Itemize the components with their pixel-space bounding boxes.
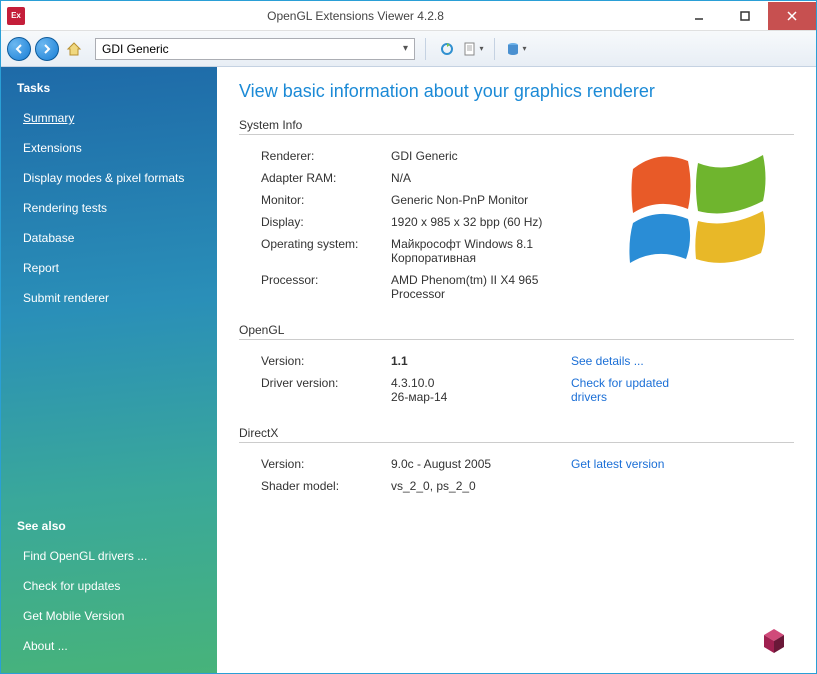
- tasks-header: Tasks: [1, 73, 217, 103]
- display-label: Display:: [261, 215, 391, 229]
- directx-group: DirectX Version: 9.0c - August 2005 Get …: [239, 426, 794, 497]
- os-value: Майкрософт Windows 8.1 Корпоративная: [391, 237, 571, 265]
- body-area: Tasks Summary Extensions Display modes &…: [1, 67, 816, 673]
- monitor-value: Generic Non-PnP Monitor: [391, 193, 571, 207]
- cube-logo-icon: [760, 627, 788, 655]
- seealso-header: See also: [1, 511, 217, 541]
- dx-version-value: 9.0c - August 2005: [391, 457, 571, 471]
- sidebar-item-summary[interactable]: Summary: [1, 103, 217, 133]
- home-button[interactable]: [63, 38, 85, 60]
- separator: [494, 38, 495, 60]
- titlebar: Ex OpenGL Extensions Viewer 4.2.8: [1, 1, 816, 31]
- directx-header: DirectX: [239, 426, 794, 443]
- sidebar-item-submit-renderer[interactable]: Submit renderer: [1, 283, 217, 313]
- driver-version-value: 4.3.10.0 26-мар-14: [391, 376, 571, 404]
- renderer-select-value: GDI Generic: [102, 42, 169, 56]
- processor-label: Processor:: [261, 273, 391, 287]
- shader-model-label: Shader model:: [261, 479, 391, 493]
- renderer-label: Renderer:: [261, 149, 391, 163]
- dx-version-label: Version:: [261, 457, 391, 471]
- display-value: 1920 x 985 x 32 bpp (60 Hz): [391, 215, 571, 229]
- window-title: OpenGL Extensions Viewer 4.2.8: [35, 9, 676, 23]
- refresh-button[interactable]: [436, 38, 458, 60]
- sidebar-item-rendering-tests[interactable]: Rendering tests: [1, 193, 217, 223]
- sidebar-item-display-modes[interactable]: Display modes & pixel formats: [1, 163, 217, 193]
- check-drivers-link[interactable]: Check for updated drivers: [571, 376, 691, 404]
- document-button[interactable]: ▾: [462, 38, 484, 60]
- gl-version-row: Version: 1.1 See details ...: [239, 350, 794, 372]
- sidebar-item-database[interactable]: Database: [1, 223, 217, 253]
- minimize-button[interactable]: [676, 2, 722, 30]
- forward-button[interactable]: [35, 37, 59, 61]
- window-controls: [676, 2, 816, 30]
- os-label: Operating system:: [261, 237, 391, 251]
- sidebar: Tasks Summary Extensions Display modes &…: [1, 67, 217, 673]
- renderer-select[interactable]: GDI Generic: [95, 38, 415, 60]
- app-icon: Ex: [7, 7, 25, 25]
- content-area: View basic information about your graphi…: [217, 67, 816, 673]
- app-window: Ex OpenGL Extensions Viewer 4.2.8 GDI Ge…: [0, 0, 817, 674]
- sidebar-spacer: [1, 313, 217, 511]
- gl-version-value: 1.1: [391, 354, 571, 368]
- back-button[interactable]: [7, 37, 31, 61]
- processor-value: AMD Phenom(tm) II X4 965 Processor: [391, 273, 571, 301]
- windows-logo-icon: [618, 131, 788, 271]
- sidebar-item-find-drivers[interactable]: Find OpenGL drivers ...: [1, 541, 217, 571]
- sidebar-item-mobile-version[interactable]: Get Mobile Version: [1, 601, 217, 631]
- processor-row: Processor: AMD Phenom(tm) II X4 965 Proc…: [239, 269, 794, 305]
- shader-model-row: Shader model: vs_2_0, ps_2_0: [239, 475, 794, 497]
- renderer-value: GDI Generic: [391, 149, 571, 163]
- monitor-label: Monitor:: [261, 193, 391, 207]
- database-button[interactable]: ▾: [505, 38, 527, 60]
- sidebar-item-report[interactable]: Report: [1, 253, 217, 283]
- driver-version-label: Driver version:: [261, 376, 391, 390]
- sidebar-item-about[interactable]: About ...: [1, 631, 217, 661]
- adapter-ram-value: N/A: [391, 171, 571, 185]
- gl-version-label: Version:: [261, 354, 391, 368]
- adapter-ram-label: Adapter RAM:: [261, 171, 391, 185]
- dx-version-row: Version: 9.0c - August 2005 Get latest v…: [239, 453, 794, 475]
- get-latest-link[interactable]: Get latest version: [571, 457, 664, 471]
- page-title: View basic information about your graphi…: [239, 81, 794, 102]
- see-details-link[interactable]: See details ...: [571, 354, 644, 368]
- opengl-group: OpenGL Version: 1.1 See details ... Driv…: [239, 323, 794, 408]
- sidebar-item-extensions[interactable]: Extensions: [1, 133, 217, 163]
- close-button[interactable]: [768, 2, 816, 30]
- separator: [425, 38, 426, 60]
- opengl-header: OpenGL: [239, 323, 794, 340]
- toolbar: GDI Generic ▾ ▾: [1, 31, 816, 67]
- maximize-button[interactable]: [722, 2, 768, 30]
- shader-model-value: vs_2_0, ps_2_0: [391, 479, 571, 493]
- sidebar-item-check-updates[interactable]: Check for updates: [1, 571, 217, 601]
- driver-version-row: Driver version: 4.3.10.0 26-мар-14 Check…: [239, 372, 794, 408]
